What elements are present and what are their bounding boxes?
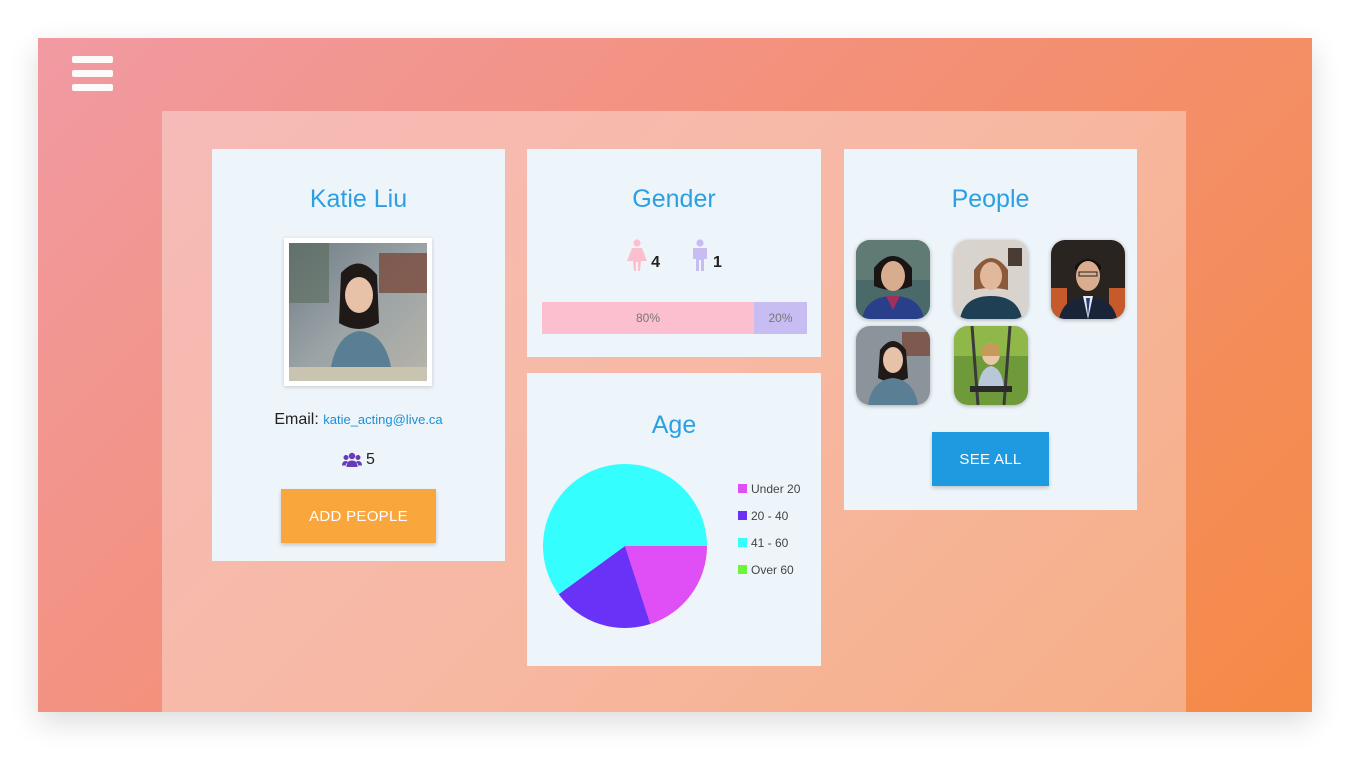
age-pie-chart bbox=[543, 463, 707, 628]
legend-item: Under 20 bbox=[738, 475, 800, 502]
gender-stats: 4 1 bbox=[527, 239, 821, 271]
age-title: Age bbox=[651, 411, 697, 439]
person-photo bbox=[1051, 240, 1125, 319]
menu-line bbox=[72, 70, 113, 77]
female-count: 4 bbox=[651, 254, 660, 271]
legend-label: 20 - 40 bbox=[751, 508, 789, 523]
person-photo bbox=[954, 326, 1028, 405]
female-percent-segment: 80% bbox=[542, 302, 754, 334]
male-count: 1 bbox=[713, 254, 722, 271]
menu-line bbox=[72, 56, 113, 63]
person-photo bbox=[856, 326, 930, 405]
legend-item: 41 - 60 bbox=[738, 529, 800, 556]
legend-label: 41 - 60 bbox=[751, 535, 789, 550]
legend-item: 20 - 40 bbox=[738, 502, 800, 529]
email-label: Email: bbox=[274, 411, 319, 428]
app-window: Katie Liu Email: katie_acting@live.ca 5 … bbox=[38, 38, 1312, 712]
menu-line bbox=[72, 84, 113, 91]
gender-ratio-bar: 80% 20% bbox=[542, 302, 807, 334]
people-count: 5 bbox=[366, 451, 375, 468]
profile-photo-image bbox=[289, 243, 427, 381]
hamburger-menu-icon[interactable] bbox=[71, 56, 115, 92]
person-thumbnail[interactable] bbox=[954, 240, 1028, 319]
female-stat: 4 bbox=[626, 239, 660, 271]
person-thumbnail[interactable] bbox=[1051, 240, 1125, 319]
age-legend: Under 20 20 - 40 41 - 60 Over 60 bbox=[738, 475, 800, 583]
male-icon bbox=[693, 239, 707, 271]
email-link[interactable]: katie_acting@live.ca bbox=[323, 412, 442, 427]
legend-swatch bbox=[738, 538, 747, 547]
male-stat: 1 bbox=[690, 239, 722, 271]
legend-item: Over 60 bbox=[738, 556, 800, 583]
person-thumbnail[interactable] bbox=[954, 326, 1028, 405]
person-thumbnail[interactable] bbox=[856, 240, 930, 319]
dashboard-content: Katie Liu Email: katie_acting@live.ca 5 … bbox=[162, 111, 1186, 712]
profile-name: Katie Liu bbox=[309, 185, 408, 213]
see-all-button[interactable]: SEE ALL bbox=[932, 432, 1049, 486]
people-count-row: 5 bbox=[212, 451, 505, 469]
legend-swatch bbox=[738, 565, 747, 574]
person-photo bbox=[856, 240, 930, 319]
legend-label: Over 60 bbox=[751, 562, 794, 577]
person-thumbnail[interactable] bbox=[856, 326, 930, 405]
email-row: Email: katie_acting@live.ca bbox=[212, 411, 505, 429]
gender-card: Gender 4 1 80% 20% bbox=[527, 149, 821, 357]
people-title: People bbox=[951, 185, 1030, 213]
gender-title: Gender bbox=[632, 185, 716, 213]
legend-swatch bbox=[738, 484, 747, 493]
people-card: People SEE ALL bbox=[844, 149, 1137, 510]
person-photo bbox=[954, 240, 1028, 319]
age-card: Age Under 20 20 - 40 41 - 60 Over 60 bbox=[527, 373, 821, 666]
female-icon bbox=[627, 239, 648, 271]
male-percent-segment: 20% bbox=[754, 302, 807, 334]
add-people-button[interactable]: ADD PEOPLE bbox=[281, 489, 436, 543]
profile-photo bbox=[284, 238, 432, 386]
profile-card: Katie Liu Email: katie_acting@live.ca 5 … bbox=[212, 149, 505, 561]
legend-label: Under 20 bbox=[751, 481, 801, 496]
users-icon bbox=[342, 452, 363, 467]
legend-swatch bbox=[738, 511, 747, 520]
